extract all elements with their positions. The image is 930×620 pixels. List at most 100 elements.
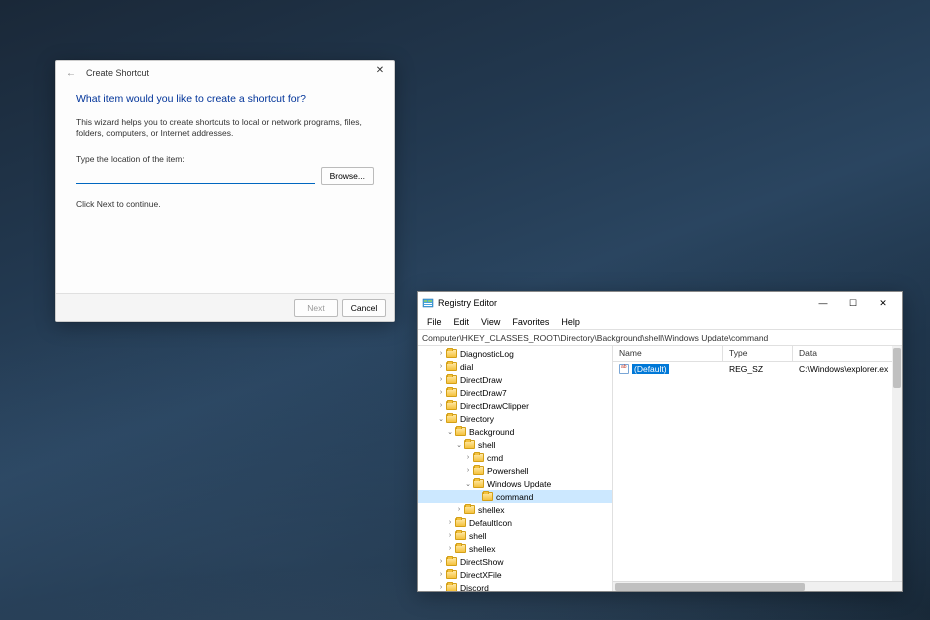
tree-label: shell bbox=[478, 440, 495, 450]
tree-node-shellex[interactable]: › shellex bbox=[418, 503, 612, 516]
location-input-row: Browse... bbox=[76, 167, 374, 185]
col-data[interactable]: Data bbox=[793, 346, 902, 361]
tree-label: DirectDraw7 bbox=[460, 388, 507, 398]
continue-text: Click Next to continue. bbox=[76, 199, 374, 209]
wizard-body: What item would you like to create a sho… bbox=[56, 85, 394, 293]
wizard-heading: What item would you like to create a sho… bbox=[76, 93, 374, 105]
chevron-icon[interactable]: › bbox=[436, 584, 446, 591]
chevron-icon[interactable]: › bbox=[436, 402, 446, 409]
values-scrollbar-vertical[interactable] bbox=[892, 346, 902, 581]
chevron-icon[interactable]: › bbox=[445, 519, 455, 526]
tree-node-cmd[interactable]: › cmd bbox=[418, 451, 612, 464]
folder-icon bbox=[455, 531, 466, 540]
tree-node-windows-update[interactable]: ⌄ Windows Update bbox=[418, 477, 612, 490]
close-button[interactable]: ✕ bbox=[868, 293, 898, 313]
registry-tree[interactable]: ›DiagnosticLog›dial›DirectDraw›DirectDra… bbox=[418, 346, 613, 591]
chevron-icon[interactable]: ⌄ bbox=[436, 415, 446, 423]
folder-icon bbox=[464, 505, 475, 514]
chevron-icon[interactable]: › bbox=[436, 363, 446, 370]
tree-label: Powershell bbox=[487, 466, 529, 476]
minimize-button[interactable]: — bbox=[808, 293, 838, 313]
menu-file[interactable]: File bbox=[422, 317, 447, 327]
tree-label: dial bbox=[460, 362, 473, 372]
next-button[interactable]: Next bbox=[294, 299, 338, 317]
chevron-icon[interactable]: › bbox=[463, 454, 473, 461]
tree-node-defaulticon[interactable]: › DefaultIcon bbox=[418, 516, 612, 529]
tree-node-powershell[interactable]: › Powershell bbox=[418, 464, 612, 477]
tree-label: command bbox=[496, 492, 533, 502]
tree-label: Windows Update bbox=[487, 479, 551, 489]
folder-icon bbox=[482, 492, 493, 501]
menu-view[interactable]: View bbox=[476, 317, 505, 327]
col-name[interactable]: Name bbox=[613, 346, 723, 361]
chevron-icon[interactable]: › bbox=[463, 467, 473, 474]
back-arrow-icon[interactable]: ← bbox=[62, 68, 80, 79]
tree-label: DiagnosticLog bbox=[460, 349, 514, 359]
values-header: Name Type Data bbox=[613, 346, 902, 362]
regedit-title: Registry Editor bbox=[438, 298, 808, 308]
location-label: Type the location of the item: bbox=[76, 154, 374, 164]
tree-node-shell[interactable]: › shell bbox=[418, 529, 612, 542]
folder-icon bbox=[446, 375, 457, 384]
folder-icon bbox=[473, 453, 484, 462]
values-scrollbar-horizontal[interactable] bbox=[613, 581, 902, 591]
chevron-icon[interactable]: ⌄ bbox=[463, 480, 473, 488]
chevron-icon[interactable]: › bbox=[436, 350, 446, 357]
regedit-menubar: File Edit View Favorites Help bbox=[418, 314, 902, 330]
chevron-icon[interactable]: › bbox=[436, 571, 446, 578]
value-row[interactable]: (Default)REG_SZC:\Windows\explorer.ex bbox=[613, 362, 902, 376]
chevron-icon[interactable]: › bbox=[445, 532, 455, 539]
folder-icon bbox=[473, 466, 484, 475]
create-shortcut-wizard-window: ← Create Shortcut ✕ What item would you … bbox=[55, 60, 395, 322]
tree-node-directxfile[interactable]: ›DirectXFile bbox=[418, 568, 612, 581]
chevron-icon[interactable]: ⌄ bbox=[454, 441, 464, 449]
tree-node-command[interactable]: command bbox=[418, 490, 612, 503]
cancel-button[interactable]: Cancel bbox=[342, 299, 386, 317]
tree-label: DirectShow bbox=[460, 557, 503, 567]
col-type[interactable]: Type bbox=[723, 346, 793, 361]
tree-node-diagnosticlog[interactable]: › DiagnosticLog bbox=[418, 347, 612, 360]
close-icon[interactable]: ✕ bbox=[372, 65, 388, 76]
tree-node-directdraw[interactable]: ›DirectDraw bbox=[418, 373, 612, 386]
value-data: C:\Windows\explorer.ex bbox=[793, 364, 902, 374]
menu-favorites[interactable]: Favorites bbox=[507, 317, 554, 327]
registry-values-pane[interactable]: Name Type Data (Default)REG_SZC:\Windows… bbox=[613, 346, 902, 591]
browse-button[interactable]: Browse... bbox=[321, 167, 374, 185]
tree-node-dial[interactable]: › dial bbox=[418, 360, 612, 373]
tree-node-background[interactable]: ⌄Background bbox=[418, 425, 612, 438]
chevron-icon[interactable]: ⌄ bbox=[445, 428, 455, 436]
wizard-description: This wizard helps you to create shortcut… bbox=[76, 117, 374, 140]
tree-node-directdraw7[interactable]: › DirectDraw7 bbox=[418, 386, 612, 399]
tree-label: DefaultIcon bbox=[469, 518, 512, 528]
tree-label: shell bbox=[469, 531, 486, 541]
tree-node-shell[interactable]: ⌄ shell bbox=[418, 438, 612, 451]
menu-help[interactable]: Help bbox=[556, 317, 585, 327]
tree-node-discord[interactable]: › Discord bbox=[418, 581, 612, 591]
tree-node-directdrawclipper[interactable]: ›DirectDrawClipper bbox=[418, 399, 612, 412]
chevron-icon[interactable]: › bbox=[445, 545, 455, 552]
maximize-button[interactable]: ☐ bbox=[838, 293, 868, 313]
tree-label: shellex bbox=[478, 505, 504, 515]
address-bar[interactable]: Computer\HKEY_CLASSES_ROOT\Directory\Bac… bbox=[418, 330, 902, 346]
folder-icon bbox=[446, 401, 457, 410]
regedit-body: ›DiagnosticLog›dial›DirectDraw›DirectDra… bbox=[418, 346, 902, 591]
registry-editor-window: Registry Editor — ☐ ✕ File Edit View Fav… bbox=[417, 291, 903, 592]
tree-label: cmd bbox=[487, 453, 503, 463]
tree-node-shellex[interactable]: ›shellex bbox=[418, 542, 612, 555]
chevron-icon[interactable]: › bbox=[436, 376, 446, 383]
tree-node-directshow[interactable]: › DirectShow bbox=[418, 555, 612, 568]
chevron-icon[interactable]: › bbox=[436, 389, 446, 396]
tree-node-directory[interactable]: ⌄Directory bbox=[418, 412, 612, 425]
folder-icon bbox=[473, 479, 484, 488]
tree-label: Discord bbox=[460, 583, 489, 592]
wizard-footer: Next Cancel bbox=[56, 293, 394, 321]
folder-icon bbox=[455, 518, 466, 527]
chevron-icon[interactable]: › bbox=[454, 506, 464, 513]
location-input[interactable] bbox=[76, 168, 315, 184]
value-type: REG_SZ bbox=[723, 364, 793, 374]
folder-icon bbox=[464, 440, 475, 449]
chevron-icon[interactable]: › bbox=[436, 558, 446, 565]
menu-edit[interactable]: Edit bbox=[449, 317, 475, 327]
folder-icon bbox=[446, 362, 457, 371]
folder-icon bbox=[455, 544, 466, 553]
